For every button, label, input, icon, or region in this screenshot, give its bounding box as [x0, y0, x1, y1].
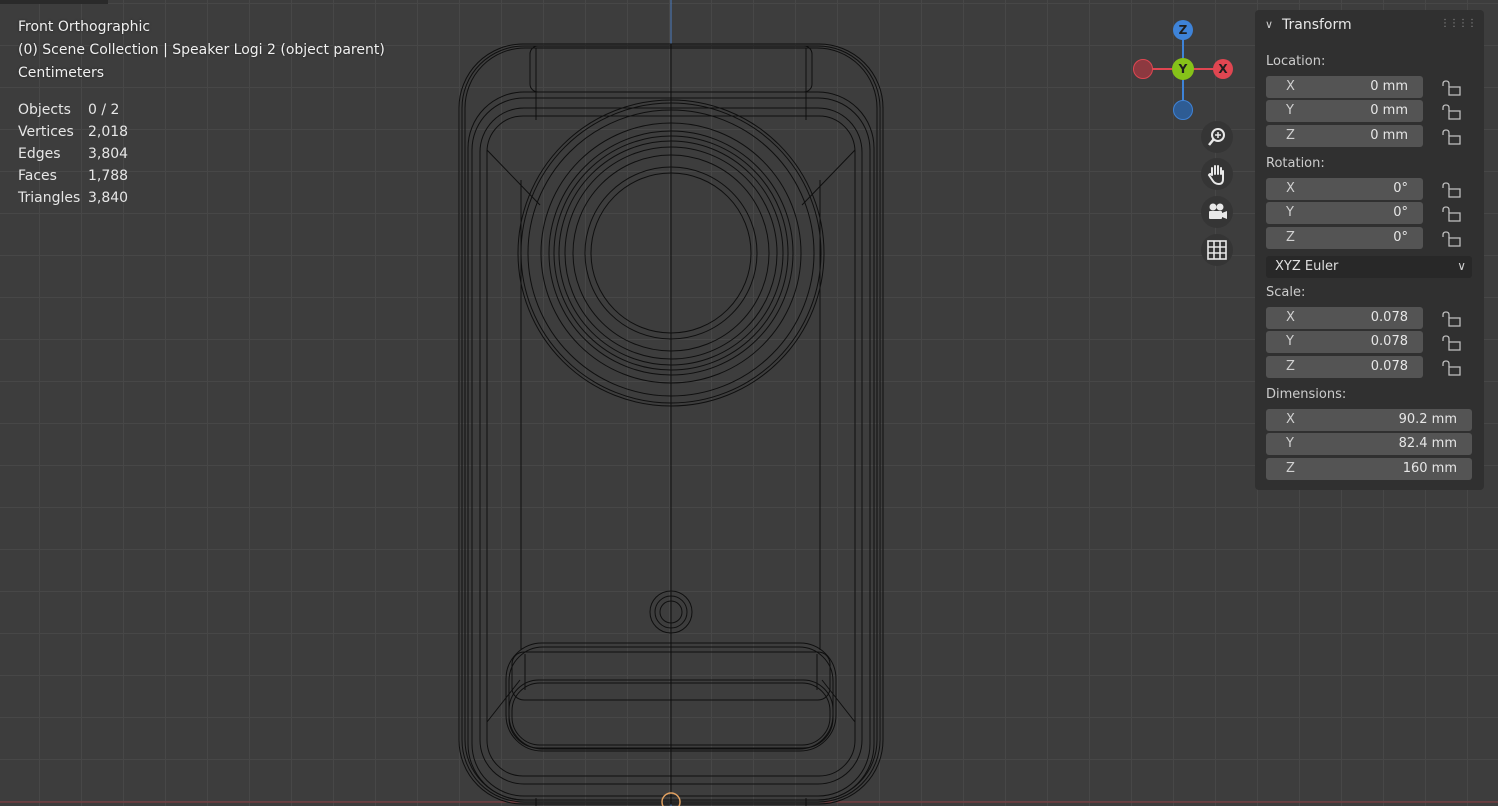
lock-scale-z-icon[interactable] — [1442, 359, 1462, 377]
pan-button[interactable] — [1201, 158, 1233, 190]
stat-value: 0 / 2 — [88, 102, 120, 118]
panel-title: Transform — [1282, 17, 1352, 33]
axis-label: X — [1286, 412, 1295, 427]
transform-panel: ∨ Transform ⋮⋮⋮⋮ Location: X 0 mm Y 0 mm Z… — [1255, 10, 1484, 490]
scale-x-field[interactable]: X 0.078 — [1266, 307, 1423, 329]
field-value: 0 mm — [1370, 79, 1408, 94]
lock-location-z-icon[interactable] — [1442, 128, 1462, 146]
field-value: 0.078 — [1370, 359, 1408, 374]
camera-view-button[interactable] — [1201, 196, 1233, 228]
hand-pan-icon — [1207, 165, 1224, 185]
stat-row-faces: Faces 1,788 — [18, 167, 128, 189]
stat-row-edges: Edges 3,804 — [18, 145, 128, 167]
field-value: 0 mm — [1370, 128, 1408, 143]
stat-label: Edges — [18, 146, 61, 162]
lock-scale-x-icon[interactable] — [1442, 310, 1462, 328]
stat-row-triangles: Triangles 3,840 — [18, 189, 128, 211]
axis-label: X — [1286, 310, 1295, 325]
lock-location-y-icon[interactable] — [1442, 103, 1462, 121]
lock-location-x-icon[interactable] — [1442, 79, 1462, 97]
stat-value: 3,804 — [88, 146, 129, 162]
scale-z-field[interactable]: Z 0.078 — [1266, 356, 1423, 378]
dimensions-z-field[interactable]: Z 160 mm — [1266, 458, 1472, 480]
lock-scale-y-icon[interactable] — [1442, 334, 1462, 352]
gizmo-z-axis[interactable]: Z — [1173, 20, 1193, 40]
axis-label: X — [1286, 181, 1295, 196]
gizmo-x-axis[interactable]: X — [1213, 59, 1233, 79]
rotation-mode-dropdown[interactable]: XYZ Euler ∨ — [1266, 256, 1472, 278]
stat-value: 2,018 — [88, 124, 129, 140]
field-value: 82.4 mm — [1398, 436, 1457, 451]
3d-viewport[interactable]: Front Orthographic (0) Scene Collection … — [0, 0, 1498, 806]
stat-row-vertices: Vertices 2,018 — [18, 123, 128, 145]
location-label: Location: — [1266, 54, 1326, 69]
rotation-x-field[interactable]: X 0° — [1266, 178, 1423, 200]
axis-label: Z — [1286, 128, 1295, 143]
dimensions-x-field[interactable]: X 90.2 mm — [1266, 409, 1472, 431]
stat-value: 1,788 — [88, 168, 129, 184]
rotation-y-field[interactable]: Y 0° — [1266, 202, 1423, 224]
axis-label: Y — [1286, 205, 1294, 220]
stat-label: Faces — [18, 168, 57, 184]
zoom-button[interactable] — [1201, 121, 1233, 153]
location-x-field[interactable]: X 0 mm — [1266, 76, 1423, 98]
gizmo-y-axis[interactable]: Y — [1172, 58, 1194, 80]
scale-y-field[interactable]: Y 0.078 — [1266, 331, 1423, 353]
rotation-label: Rotation: — [1266, 156, 1325, 171]
chevron-down-icon: ∨ — [1457, 259, 1466, 273]
stat-row-objects: Objects 0 / 2 — [18, 101, 128, 123]
scene-statistics: Objects 0 / 2 Vertices 2,018 Edges 3,804 Fa… — [18, 101, 128, 211]
camera-icon — [1209, 203, 1227, 219]
grid-icon — [1207, 240, 1227, 260]
location-y-field[interactable]: Y 0 mm — [1266, 100, 1423, 122]
collection-info: (0) Scene Collection | Speaker Logi 2 (o… — [18, 42, 385, 58]
stat-label: Triangles — [18, 190, 81, 206]
dimensions-label: Dimensions: — [1266, 387, 1347, 402]
chevron-down-icon[interactable]: ∨ — [1265, 18, 1273, 31]
ortho-toggle-button[interactable] — [1201, 234, 1233, 266]
axis-label: Z — [1286, 461, 1295, 476]
field-value: 90.2 mm — [1398, 412, 1457, 427]
lock-rotation-z-icon[interactable] — [1442, 230, 1462, 248]
field-value: 0° — [1393, 230, 1408, 245]
axis-label: Y — [1286, 436, 1294, 451]
axis-label: Y — [1286, 334, 1294, 349]
location-z-field[interactable]: Z 0 mm — [1266, 125, 1423, 147]
stat-label: Objects — [18, 102, 71, 118]
field-value: 0 mm — [1370, 103, 1408, 118]
field-value: 0° — [1393, 205, 1408, 220]
field-value: 0.078 — [1370, 310, 1408, 325]
scale-label: Scale: — [1266, 285, 1306, 300]
rotation-z-field[interactable]: Z 0° — [1266, 227, 1423, 249]
axis-label: Z — [1286, 230, 1295, 245]
rotation-mode-value: XYZ Euler — [1275, 259, 1339, 274]
field-value: 0.078 — [1370, 334, 1408, 349]
dimensions-y-field[interactable]: Y 82.4 mm — [1266, 433, 1472, 455]
gizmo-neg-z-axis[interactable] — [1173, 100, 1193, 120]
axis-label: X — [1286, 79, 1295, 94]
drag-grip-icon[interactable]: ⋮⋮⋮⋮ — [1440, 18, 1477, 29]
lock-rotation-x-icon[interactable] — [1442, 181, 1462, 199]
stat-label: Vertices — [18, 124, 74, 140]
zoom-icon — [1208, 128, 1225, 146]
view-name: Front Orthographic — [18, 19, 151, 35]
axis-label: Z — [1286, 359, 1295, 374]
field-value: 160 mm — [1402, 461, 1457, 476]
field-value: 0° — [1393, 181, 1408, 196]
axis-label: Y — [1286, 103, 1294, 118]
stat-value: 3,840 — [88, 190, 129, 206]
unit-system: Centimeters — [18, 65, 105, 81]
gizmo-neg-x-axis[interactable] — [1133, 59, 1153, 79]
transform-panel-header[interactable]: ∨ Transform ⋮⋮⋮⋮ — [1255, 10, 1484, 40]
lock-rotation-y-icon[interactable] — [1442, 205, 1462, 223]
